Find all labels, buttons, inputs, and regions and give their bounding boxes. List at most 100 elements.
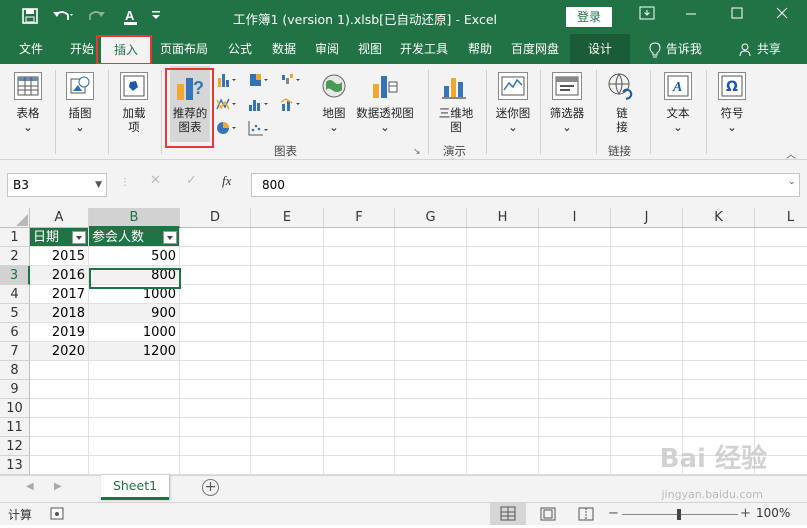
worksheet-grid[interactable]: ABDEFGHIJKL 1 2 3 4 5 6 7 8 9 10 11 12 13 日期 参会人数 2015… [0,208,807,475]
cell[interactable] [611,323,683,342]
cell[interactable] [683,380,755,399]
cell[interactable] [251,285,324,304]
cell[interactable] [180,285,251,304]
cell[interactable] [395,266,467,285]
cell[interactable] [180,323,251,342]
dialog-launcher-icon[interactable]: ↘ [413,147,421,157]
cell[interactable] [539,228,611,247]
tab-review[interactable]: 审阅 [307,34,347,64]
sheet-tab[interactable]: Sheet1 [101,475,169,500]
cell[interactable] [251,380,324,399]
map-button[interactable]: 地图 ⌄ [314,106,354,134]
row-header[interactable]: 1 [0,228,30,247]
cell[interactable] [324,247,395,266]
cell[interactable] [611,380,683,399]
column-header[interactable]: B [89,208,180,228]
scroll-right-icon[interactable]: ▶ [54,481,62,492]
cell[interactable] [467,399,539,418]
expand-formula-bar-icon[interactable]: ⌄ [788,177,796,187]
table-header-cell[interactable]: 日期 [30,228,89,247]
row-header[interactable]: 12 [0,437,30,456]
cancel-icon[interactable]: ✕ [150,173,161,188]
link-button[interactable]: 链 接 [604,106,640,134]
cell[interactable] [755,418,807,437]
cell[interactable] [30,361,89,380]
sparklines-button[interactable]: 迷你图 ⌄ [490,106,536,134]
scatter-chart-icon[interactable] [248,120,270,136]
tab-file[interactable]: 文件 [10,34,52,64]
cell[interactable] [755,342,807,361]
cell[interactable] [683,304,755,323]
cell[interactable] [251,361,324,380]
cell[interactable] [611,285,683,304]
cell[interactable] [324,323,395,342]
tab-help[interactable]: 帮助 [460,34,500,64]
cell[interactable] [395,285,467,304]
row-header[interactable]: 11 [0,418,30,437]
save-icon[interactable] [22,8,38,28]
cell[interactable] [683,361,755,380]
column-header[interactable]: I [539,208,611,228]
column-header[interactable]: G [395,208,467,228]
cell[interactable] [539,266,611,285]
zoom-out-icon[interactable]: − [608,506,619,521]
cell[interactable] [611,399,683,418]
undo-icon[interactable] [52,8,74,28]
cell[interactable] [539,418,611,437]
cell[interactable] [251,437,324,456]
cell[interactable] [467,342,539,361]
cell[interactable] [324,380,395,399]
table-header-cell[interactable]: 参会人数 [89,228,180,247]
add-sheet-icon[interactable]: + [202,479,219,496]
combo-chart-icon[interactable] [280,96,302,112]
chevron-down-icon[interactable]: ▼ [95,174,102,196]
cell[interactable] [30,437,89,456]
table-button[interactable]: 表格 ⌄ [8,106,48,134]
pie-chart-icon[interactable] [216,120,238,136]
cell[interactable] [89,456,180,475]
column-header[interactable]: L [755,208,807,228]
column-header[interactable]: J [611,208,683,228]
cell[interactable] [180,266,251,285]
tab-view[interactable]: 视图 [350,34,390,64]
ribbon-display-icon[interactable] [632,6,662,24]
column-chart-icon[interactable] [216,72,238,88]
cell[interactable] [611,247,683,266]
table-cell[interactable]: 1200 [89,342,180,361]
cell[interactable] [467,304,539,323]
filter-dropdown-icon[interactable] [72,231,86,244]
cell[interactable] [683,399,755,418]
cell[interactable] [324,228,395,247]
cell[interactable] [467,437,539,456]
cell[interactable] [755,361,807,380]
normal-view-icon[interactable] [490,503,526,525]
font-color-icon[interactable]: A [122,8,140,30]
cell[interactable] [89,399,180,418]
cell[interactable] [30,399,89,418]
cell[interactable] [324,418,395,437]
row-header[interactable]: 10 [0,399,30,418]
text-button[interactable]: 文本 ⌄ [656,106,700,134]
cell[interactable] [89,418,180,437]
page-layout-view-icon[interactable] [540,507,556,524]
column-header[interactable]: E [251,208,324,228]
tab-formulas[interactable]: 公式 [220,34,260,64]
waterfall-chart-icon[interactable] [280,72,302,88]
cell[interactable] [324,437,395,456]
statistic-chart-icon[interactable] [248,96,270,112]
cell[interactable] [180,380,251,399]
cell[interactable] [467,380,539,399]
cell[interactable] [251,247,324,266]
customize-icon[interactable] [150,8,162,28]
table-cell[interactable]: 2017 [30,285,89,304]
macro-record-icon[interactable] [50,507,66,524]
select-all-corner[interactable] [0,208,30,228]
name-box[interactable]: B3 ▼ [7,173,107,197]
cell[interactable] [251,456,324,475]
zoom-in-icon[interactable]: + [740,506,751,521]
cell[interactable] [683,247,755,266]
scroll-left-icon[interactable]: ◀ [26,481,34,492]
illustrations-button[interactable]: 插图 ⌄ [60,106,100,134]
row-header[interactable]: 7 [0,342,30,361]
addins-button[interactable]: 加载 项 [114,106,154,134]
